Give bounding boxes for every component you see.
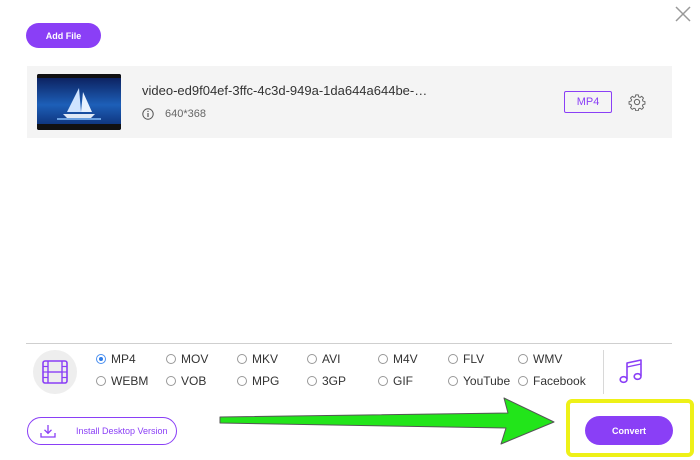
close-icon[interactable] bbox=[673, 4, 693, 24]
video-format-icon bbox=[42, 360, 68, 384]
format-option-label: WEBM bbox=[111, 374, 149, 388]
radio-button[interactable] bbox=[166, 376, 176, 386]
format-option-3gp[interactable]: 3GP bbox=[307, 374, 346, 388]
format-option-mpg[interactable]: MPG bbox=[237, 374, 279, 388]
music-icon[interactable] bbox=[618, 358, 644, 386]
format-option-label: MP4 bbox=[111, 352, 136, 366]
format-option-mkv[interactable]: MKV bbox=[237, 352, 278, 366]
format-option-label: MKV bbox=[252, 352, 279, 366]
radio-button[interactable] bbox=[448, 354, 458, 364]
format-option-label: MPG bbox=[252, 374, 280, 388]
format-option-webm[interactable]: WEBM bbox=[96, 374, 148, 388]
radio-button[interactable] bbox=[307, 376, 317, 386]
radio-button[interactable] bbox=[518, 376, 528, 386]
format-option-label: WMV bbox=[533, 352, 563, 366]
radio-button[interactable] bbox=[378, 376, 388, 386]
add-file-button[interactable]: Add File bbox=[26, 23, 101, 48]
install-desktop-label: Install Desktop Version bbox=[76, 426, 168, 436]
radio-button[interactable] bbox=[448, 376, 458, 386]
format-option-flv[interactable]: FLV bbox=[448, 352, 484, 366]
info-icon[interactable] bbox=[142, 108, 154, 120]
format-option-label: 3GP bbox=[322, 374, 347, 388]
format-option-wmv[interactable]: WMV bbox=[518, 352, 562, 366]
radio-button[interactable] bbox=[237, 376, 247, 386]
download-icon bbox=[40, 425, 56, 438]
file-list-item: video-ed9f04ef-3ffc-4c3d-949a-1da644a644… bbox=[27, 66, 672, 138]
format-option-mov[interactable]: MOV bbox=[166, 352, 208, 366]
convert-button[interactable]: Convert bbox=[585, 416, 673, 445]
video-thumbnail bbox=[37, 74, 121, 130]
file-resolution: 640*368 bbox=[165, 108, 206, 120]
radio-button[interactable] bbox=[518, 354, 528, 364]
radio-button[interactable] bbox=[307, 354, 317, 364]
video-format-tab[interactable] bbox=[33, 350, 77, 394]
radio-button[interactable] bbox=[378, 354, 388, 364]
format-option-label: FLV bbox=[463, 352, 485, 366]
format-option-label: Facebook bbox=[533, 374, 586, 388]
output-format-button[interactable]: MP4 bbox=[564, 91, 612, 113]
radio-button[interactable] bbox=[166, 354, 176, 364]
divider bbox=[603, 350, 604, 394]
format-option-facebook[interactable]: Facebook bbox=[518, 374, 586, 388]
format-option-mp4[interactable]: MP4 bbox=[96, 352, 136, 366]
file-name: video-ed9f04ef-3ffc-4c3d-949a-1da644a644… bbox=[142, 83, 428, 98]
format-option-label: GIF bbox=[393, 374, 413, 388]
gear-icon[interactable] bbox=[628, 93, 646, 111]
green-arrow bbox=[219, 397, 555, 445]
radio-button[interactable] bbox=[96, 354, 106, 364]
format-option-label: YouTube bbox=[463, 374, 511, 388]
format-option-label: AVI bbox=[322, 352, 341, 366]
divider bbox=[26, 343, 672, 344]
format-option-gif[interactable]: GIF bbox=[378, 374, 413, 388]
format-option-label: M4V bbox=[393, 352, 418, 366]
format-option-vob[interactable]: VOB bbox=[166, 374, 206, 388]
format-option-youtube[interactable]: YouTube bbox=[448, 374, 510, 388]
format-option-avi[interactable]: AVI bbox=[307, 352, 340, 366]
radio-button[interactable] bbox=[237, 354, 247, 364]
format-option-m4v[interactable]: M4V bbox=[378, 352, 418, 366]
install-desktop-button[interactable]: Install Desktop Version bbox=[27, 417, 177, 445]
format-option-label: MOV bbox=[181, 352, 209, 366]
radio-button[interactable] bbox=[96, 376, 106, 386]
format-option-label: VOB bbox=[181, 374, 207, 388]
